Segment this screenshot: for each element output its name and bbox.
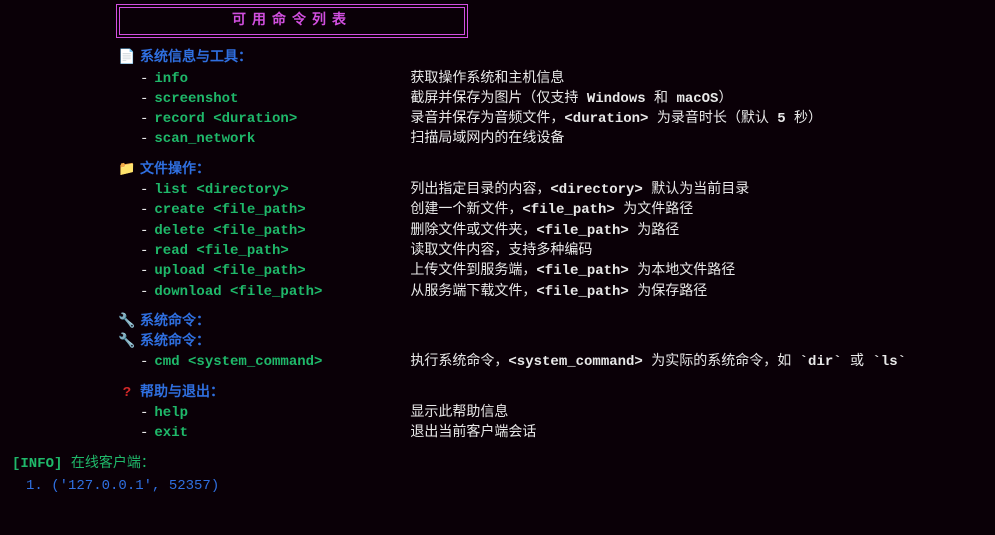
command-name: list <directory> [154,180,410,200]
dash-bullet: - [140,69,148,89]
command-name: scan_network [154,129,410,149]
terminal-root: 可用命令列表 系统信息与工具：-info获取操作系统和主机信息-screensh… [0,0,995,500]
folder-icon [118,160,136,180]
command-name: help [154,403,410,423]
dash-bullet: - [140,403,148,423]
command-row: -delete <file_path>删除文件或文件夹，<file_path> … [140,221,987,241]
command-row: -upload <file_path>上传文件到服务端，<file_path> … [140,261,987,281]
command-name: create <file_path> [154,200,410,220]
command-name: info [154,69,410,89]
section-heading: 帮助与退出： [118,383,987,403]
dash-bullet: - [140,282,148,302]
command-row: -download <file_path>从服务端下载文件，<file_path… [140,282,987,302]
sections-container: 系统信息与工具：-info获取操作系统和主机信息-screenshot截屏并保存… [118,48,987,443]
command-description: 扫描局域网内的在线设备 [410,129,564,149]
wrench-icon [118,312,136,332]
command-name: read <file_path> [154,241,410,261]
command-name: delete <file_path> [154,221,410,241]
help-icon [118,383,136,403]
command-row: -info获取操作系统和主机信息 [140,69,987,89]
command-description: 创建一个新文件，<file_path> 为文件路径 [410,200,693,220]
section: 帮助与退出：-help显示此帮助信息-exit退出当前客户端会话 [118,383,987,444]
command-description: 删除文件或文件夹，<file_path> 为路径 [410,221,679,241]
section-heading: 文件操作： [118,160,987,180]
command-description: 执行系统命令，<system_command> 为实际的系统命令，如 `dir`… [410,352,906,372]
command-row: -create <file_path>创建一个新文件，<file_path> 为… [140,200,987,220]
command-description: 获取操作系统和主机信息 [410,69,564,89]
command-name: exit [154,423,410,443]
command-row: -scan_network扫描局域网内的在线设备 [140,129,987,149]
client-entry: 1. ('127.0.0.1', 52357) [26,476,987,496]
section: 系统命令： 系统命令： -cmd <system_command>执行系统命令，<s… [118,312,987,373]
section: 系统信息与工具：-info获取操作系统和主机信息-screenshot截屏并保存… [118,48,987,149]
section-heading-text: 系统信息与工具： [140,50,252,66]
info-tag: [INFO] [12,456,62,472]
command-description: 列出指定目录的内容，<directory> 默认为当前目录 [410,180,749,200]
command-description: 显示此帮助信息 [410,403,508,423]
section-heading-text: 文件操作： [140,162,210,178]
command-row: -record <duration>录音并保存为音频文件，<duration> … [140,109,987,129]
command-row: -help显示此帮助信息 [140,403,987,423]
section-heading-text: 系统命令： [140,334,210,350]
title-box: 可用命令列表 [116,4,468,38]
command-name: record <duration> [154,109,410,129]
dash-bullet: - [140,89,148,109]
dash-bullet: - [140,180,148,200]
command-description: 录音并保存为音频文件，<duration> 为录音时长（默认 5 秒） [410,109,822,129]
dash-bullet: - [140,241,148,261]
command-name: upload <file_path> [154,261,410,281]
dash-bullet: - [140,423,148,443]
dash-bullet: - [140,352,148,372]
dash-bullet: - [140,109,148,129]
section-heading: 系统信息与工具： [118,48,987,68]
section-heading-text: 系统命令： [140,314,210,330]
command-row: -exit退出当前客户端会话 [140,423,987,443]
dash-bullet: - [140,129,148,149]
dash-bullet: - [140,221,148,241]
command-row: -screenshot截屏并保存为图片（仅支持 Windows 和 macOS） [140,89,987,109]
command-description: 上传文件到服务端，<file_path> 为本地文件路径 [410,261,735,281]
command-name: cmd <system_command> [154,352,410,372]
command-row: -cmd <system_command>执行系统命令，<system_comm… [140,352,987,372]
command-row: -read <file_path>读取文件内容，支持多种编码 [140,241,987,261]
command-row: -list <directory>列出指定目录的内容，<directory> 默… [140,180,987,200]
command-description: 退出当前客户端会话 [410,423,536,443]
status-label-text: 在线客户端： [71,456,155,472]
wrench-icon [118,332,136,352]
section-heading: 系统命令： [118,332,987,352]
section-heading-text: 帮助与退出： [140,385,224,401]
title-text: 可用命令列表 [232,13,352,29]
command-description: 读取文件内容，支持多种编码 [410,241,592,261]
section-heading: 系统命令： [118,312,987,332]
dash-bullet: - [140,200,148,220]
command-description: 从服务端下载文件，<file_path> 为保存路径 [410,282,707,302]
command-name: screenshot [154,89,410,109]
document-icon [118,48,136,68]
dash-bullet: - [140,261,148,281]
command-name: download <file_path> [154,282,410,302]
command-description: 截屏并保存为图片（仅支持 Windows 和 macOS） [410,89,732,109]
status-block: [INFO] 在线客户端： 1. ('127.0.0.1', 52357) [12,454,987,497]
section: 文件操作：-list <directory>列出指定目录的内容，<directo… [118,160,987,302]
